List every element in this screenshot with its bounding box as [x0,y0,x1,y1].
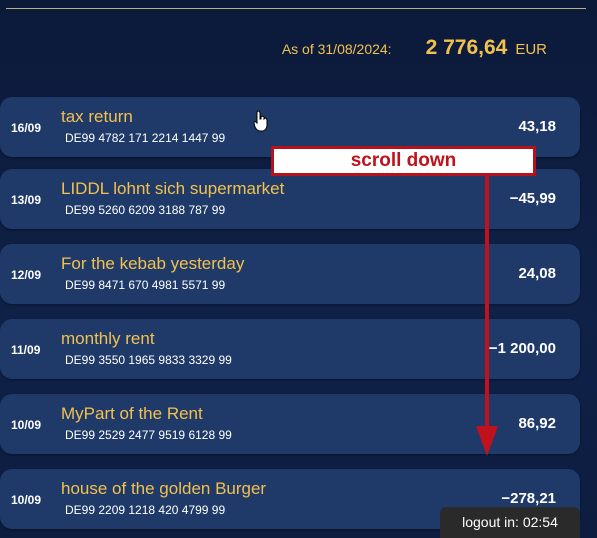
transaction-amount: 43,18 [518,118,556,135]
transaction-date: 16/09 [11,121,42,135]
transaction-title: monthly rent [61,329,155,348]
transaction-title: LIDDL lohnt sich supermarket [61,179,285,198]
transaction-amount: 86,92 [518,415,556,432]
transaction-date: 10/09 [11,418,42,432]
logout-timer: logout in: 02:54 [440,507,580,538]
transaction-date: 13/09 [11,193,42,207]
transaction-date: 11/09 [11,343,41,357]
arrow-down-icon [476,176,498,456]
balance-summary: As of 31/08/2024: 2 776,64 EUR [282,36,547,60]
transaction-iban: DE99 3550 1965 9833 3329 99 [65,353,232,367]
header-divider [6,8,586,9]
transaction-amount: 24,08 [518,265,556,282]
transaction-iban: DE99 2209 1218 420 4799 99 [65,503,226,517]
scroll-down-callout: scroll down [271,146,536,176]
balance-currency: EUR [515,41,547,58]
pointer-hand-icon [253,110,268,132]
transaction-iban: DE99 5260 6209 3188 787 99 [65,203,226,217]
transaction-iban: DE99 8471 670 4981 5571 99 [65,278,226,292]
transaction-amount: −45,99 [509,190,556,207]
app-root: As of 31/08/2024: 2 776,64 EUR 16/09 tax… [0,0,597,538]
transaction-iban: DE99 2529 2477 9519 6128 99 [65,428,232,442]
transaction-iban: DE99 4782 171 2214 1447 99 [65,131,226,145]
transaction-date: 12/09 [11,268,42,282]
transaction-amount: −278,21 [501,490,556,507]
transaction-title: tax return [61,107,133,126]
transaction-title: house of the golden Burger [61,479,267,498]
balance-as-of-label: As of 31/08/2024: [281,41,392,57]
transaction-date: 10/09 [11,493,42,507]
balance-amount: 2 776,64 [425,36,508,59]
transaction-title: MyPart of the Rent [61,404,203,423]
transaction-title: For the kebab yesterday [61,254,245,273]
